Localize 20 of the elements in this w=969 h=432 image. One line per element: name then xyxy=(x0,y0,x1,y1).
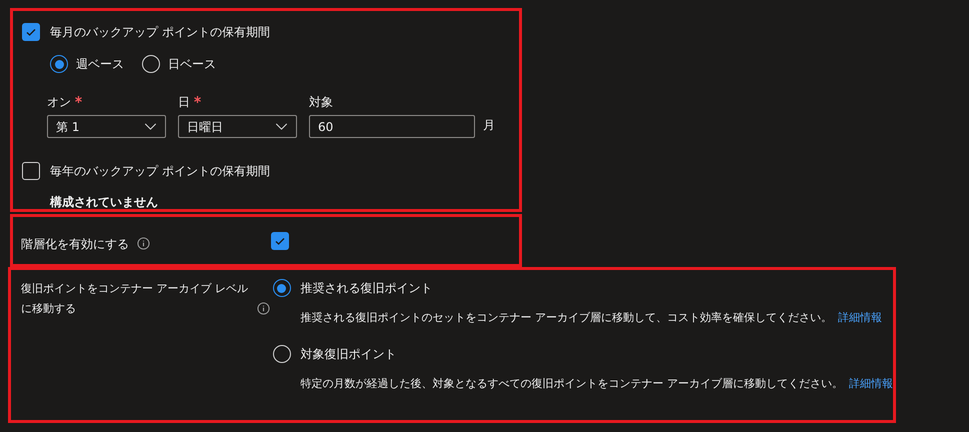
field-label: 日 xyxy=(178,94,190,111)
radio-label: 対象復旧ポイント xyxy=(300,346,396,362)
learn-more-link[interactable]: 詳細情報 xyxy=(849,376,893,392)
field-label: オン xyxy=(47,94,71,111)
input-field[interactable]: 60 xyxy=(309,115,475,138)
field-label: 対象 xyxy=(309,94,333,111)
radio-label: 推奨される復旧ポイント xyxy=(300,280,432,297)
option-description: 特定の月数が経過した後、対象となるすべての復旧ポイントをコンテナー アーカイブ層に移動してください。 xyxy=(300,376,843,392)
learn-more-link[interactable]: 詳細情報 xyxy=(838,310,882,326)
dropdown[interactable]: 日曜日 xyxy=(178,115,297,138)
checkbox-label: 毎月のバックアップ ポイントの保有期間 xyxy=(50,24,270,41)
checkbox-label: 毎年のバックアップ ポイントの保有期間 xyxy=(50,163,270,180)
setting-label: 復旧ポイントをコンテナー アーカイブ レベルに移動する xyxy=(21,281,249,317)
setting-label: 階層化を有効にする xyxy=(21,236,129,252)
status-text: 構成されていません xyxy=(50,194,159,211)
radio-label: 週ベース xyxy=(76,56,124,73)
option-description: 推奨される復旧ポイントのセットをコンテナー アーカイブ層に移動して、コスト効率を確保してください。 xyxy=(300,310,832,326)
dropdown[interactable]: 第 1 xyxy=(47,115,166,138)
unit-label: 月 xyxy=(483,117,495,134)
radio-label: 日ベース xyxy=(168,56,216,73)
